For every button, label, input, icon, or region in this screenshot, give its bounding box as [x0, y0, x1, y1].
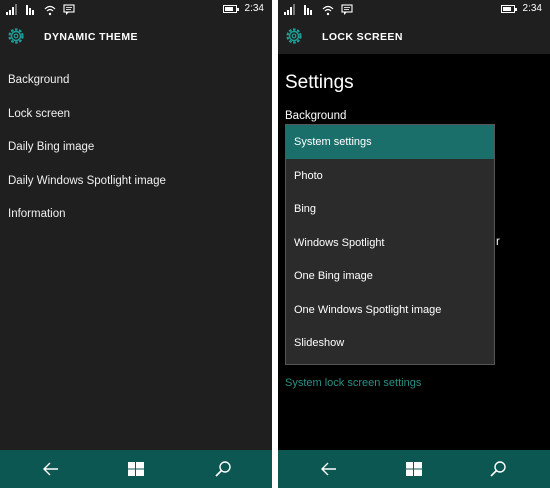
- navigation-bar: [0, 450, 272, 488]
- status-bar: 2:34: [0, 0, 272, 20]
- app-header: LOCK SCREEN: [278, 20, 550, 54]
- dropdown-option-one-spotlight-image[interactable]: One Windows Spotlight image: [286, 293, 494, 327]
- signal-icon: [284, 3, 296, 15]
- menu-item-lock-screen[interactable]: Lock screen: [0, 98, 272, 132]
- dropdown-option-bing[interactable]: Bing: [286, 192, 494, 226]
- right-phone-screen: 2:34 LOCK SCREEN Settings Background r S…: [278, 0, 550, 488]
- clock: 2:34: [244, 3, 264, 14]
- section-heading: Settings: [285, 72, 354, 93]
- search-icon[interactable]: [488, 459, 508, 479]
- sim-icon: [25, 3, 37, 15]
- app-title: LOCK SCREEN: [322, 31, 403, 43]
- background-label: Background: [285, 110, 347, 122]
- back-icon[interactable]: [319, 459, 339, 479]
- wifi-icon: [322, 3, 334, 16]
- dropdown-option-windows-spotlight[interactable]: Windows Spotlight: [286, 226, 494, 260]
- menu-item-daily-spotlight-image[interactable]: Daily Windows Spotlight image: [0, 165, 272, 199]
- menu-list: Background Lock screen Daily Bing image …: [0, 64, 272, 232]
- signal-icon: [6, 3, 18, 15]
- navigation-bar: [278, 450, 550, 488]
- menu-item-daily-bing-image[interactable]: Daily Bing image: [0, 131, 272, 165]
- settings-gear-icon[interactable]: [284, 26, 304, 46]
- dropdown-option-slideshow[interactable]: Slideshow: [286, 326, 494, 360]
- status-bar: 2:34: [278, 0, 550, 20]
- wifi-icon: [44, 3, 56, 16]
- windows-start-icon[interactable]: [404, 459, 424, 479]
- message-icon: [63, 3, 75, 15]
- windows-start-icon[interactable]: [126, 459, 146, 479]
- battery-icon: [222, 4, 239, 13]
- battery-icon: [500, 4, 517, 13]
- background-source-dropdown[interactable]: System settings Photo Bing Windows Spotl…: [285, 124, 495, 365]
- dropdown-option-system-settings[interactable]: System settings: [286, 125, 494, 159]
- clock: 2:34: [522, 3, 542, 14]
- back-icon[interactable]: [41, 459, 61, 479]
- system-lock-screen-settings-link[interactable]: System lock screen settings: [285, 377, 421, 389]
- app-title: DYNAMIC THEME: [44, 31, 138, 43]
- menu-item-background[interactable]: Background: [0, 64, 272, 98]
- search-icon[interactable]: [213, 459, 233, 479]
- app-header: DYNAMIC THEME: [0, 20, 272, 54]
- dropdown-option-one-bing-image[interactable]: One Bing image: [286, 259, 494, 293]
- message-icon: [341, 3, 353, 15]
- dropdown-option-photo[interactable]: Photo: [286, 159, 494, 193]
- menu-item-information[interactable]: Information: [0, 198, 272, 232]
- settings-gear-icon[interactable]: [6, 26, 26, 46]
- partial-text: r: [496, 236, 500, 248]
- sim-icon: [303, 3, 315, 15]
- left-phone-screen: 2:34 DYNAMIC THEME Background Lock scree…: [0, 0, 272, 488]
